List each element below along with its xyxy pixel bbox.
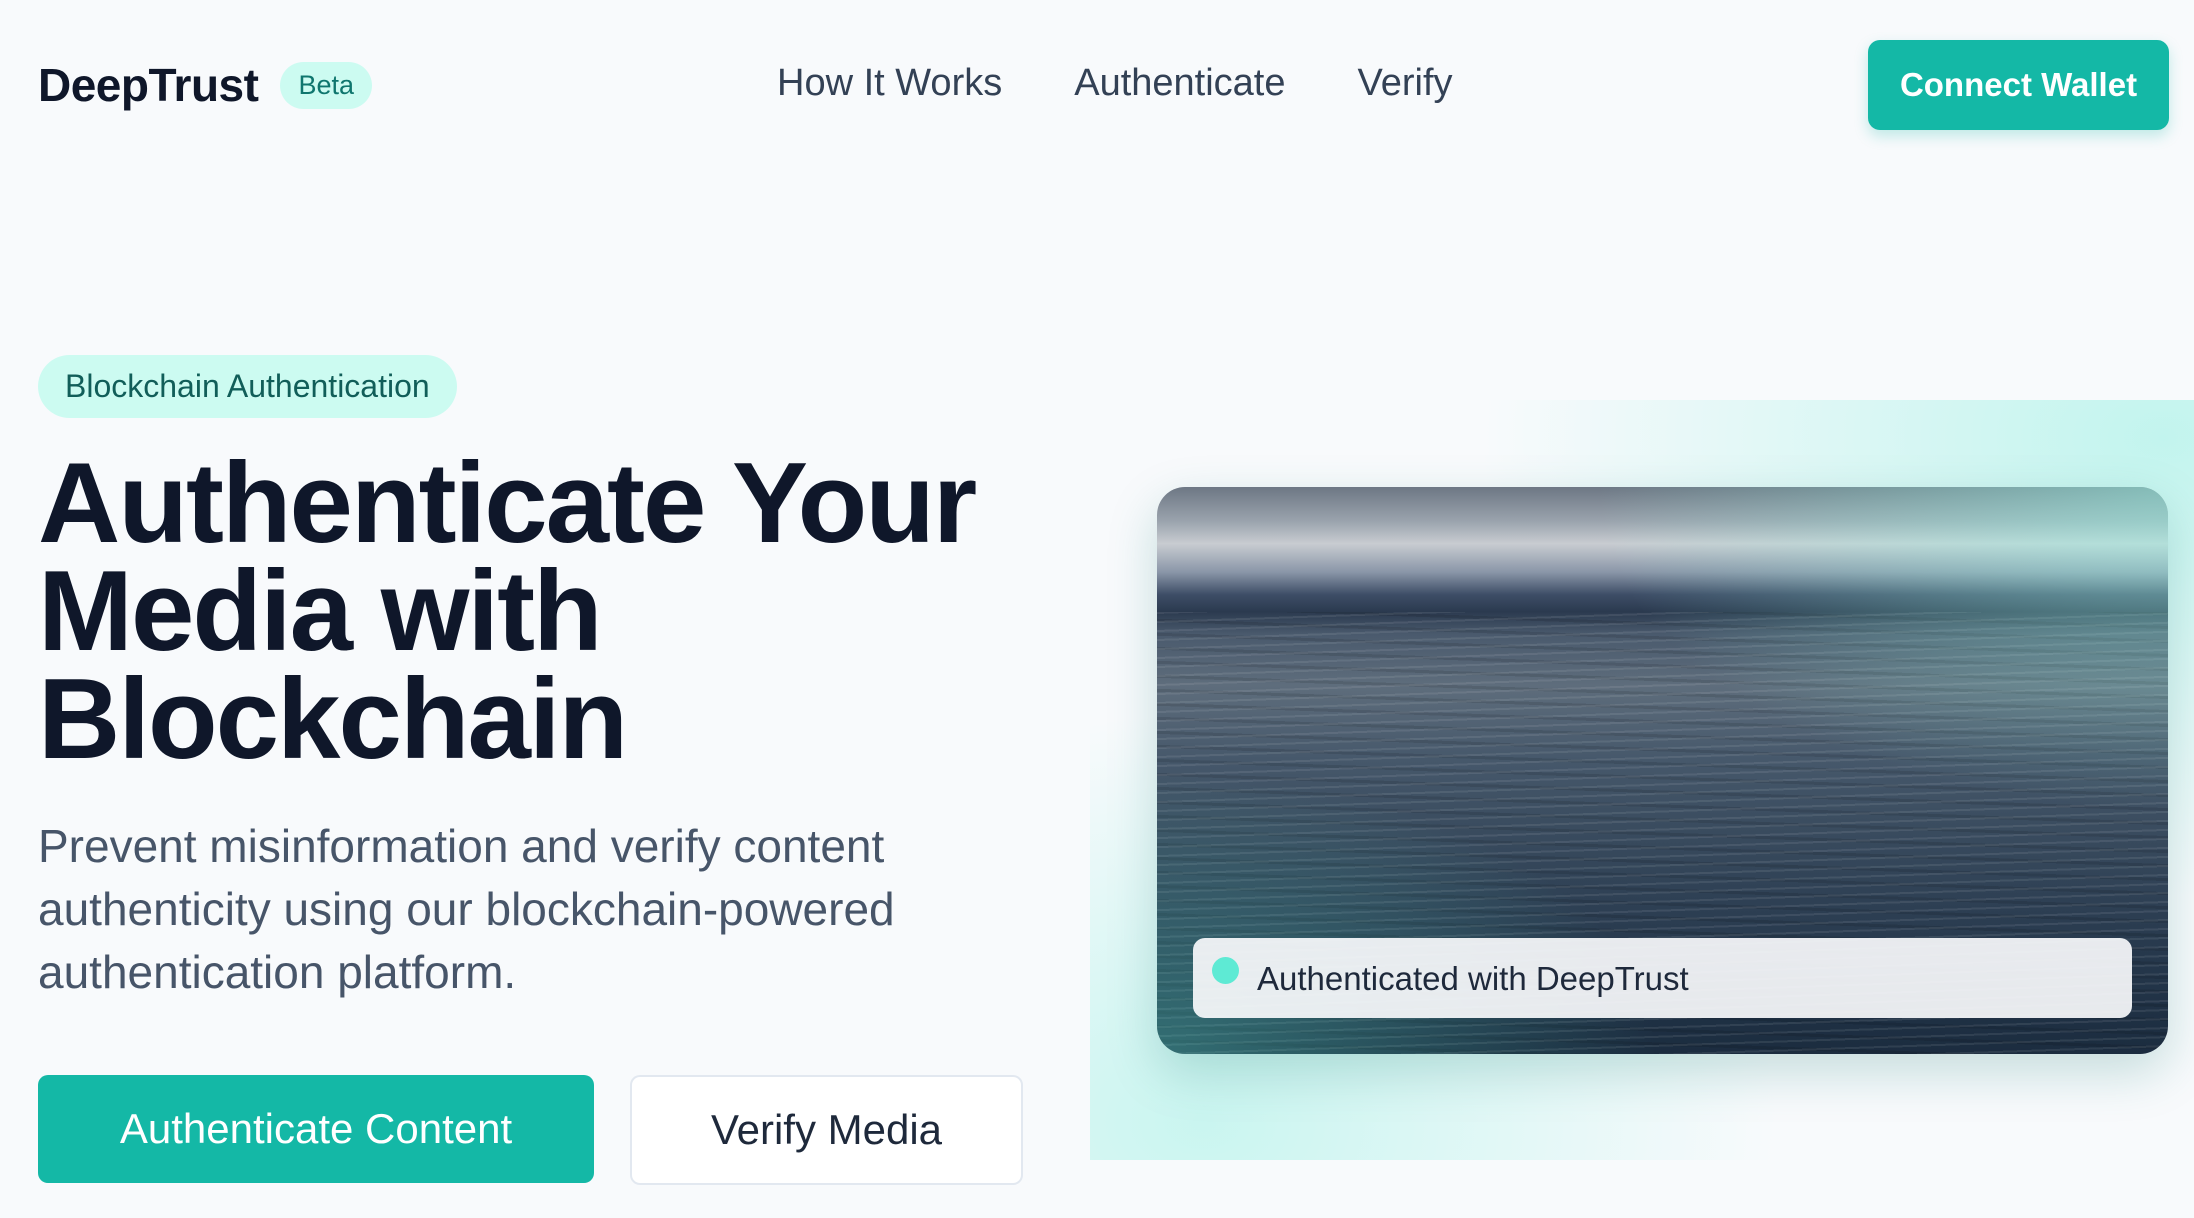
brand-logo[interactable]: DeepTrust bbox=[38, 58, 259, 112]
beta-badge: Beta bbox=[280, 61, 372, 109]
hero-tag-pill: Blockchain Authentication bbox=[38, 355, 457, 418]
main-nav: How It Works Authenticate Verify bbox=[777, 62, 1453, 105]
site-header: DeepTrust Beta How It Works Authenticate… bbox=[0, 0, 2194, 170]
hero-title: Authenticate Your Media with Blockchain bbox=[38, 440, 977, 783]
hero-subtitle: Prevent misinformation and verify conten… bbox=[38, 820, 895, 998]
authenticate-content-button[interactable]: Authenticate Content bbox=[38, 1075, 594, 1183]
nav-how-it-works[interactable]: How It Works bbox=[777, 62, 1002, 105]
status-dot-icon bbox=[1212, 957, 1239, 984]
verify-media-button[interactable]: Verify Media bbox=[630, 1075, 1023, 1185]
nav-verify[interactable]: Verify bbox=[1357, 62, 1452, 105]
nav-authenticate[interactable]: Authenticate bbox=[1074, 62, 1285, 105]
authenticated-status-bar: Authenticated with DeepTrust bbox=[1193, 938, 2132, 1018]
media-preview-card: Authenticated with DeepTrust bbox=[1157, 487, 2168, 1054]
brand: DeepTrust Beta bbox=[38, 58, 372, 112]
authenticated-status-text: Authenticated with DeepTrust bbox=[1257, 960, 1689, 997]
connect-wallet-button[interactable]: Connect Wallet bbox=[1868, 40, 2169, 130]
page: DeepTrust Beta How It Works Authenticate… bbox=[0, 0, 2194, 1218]
